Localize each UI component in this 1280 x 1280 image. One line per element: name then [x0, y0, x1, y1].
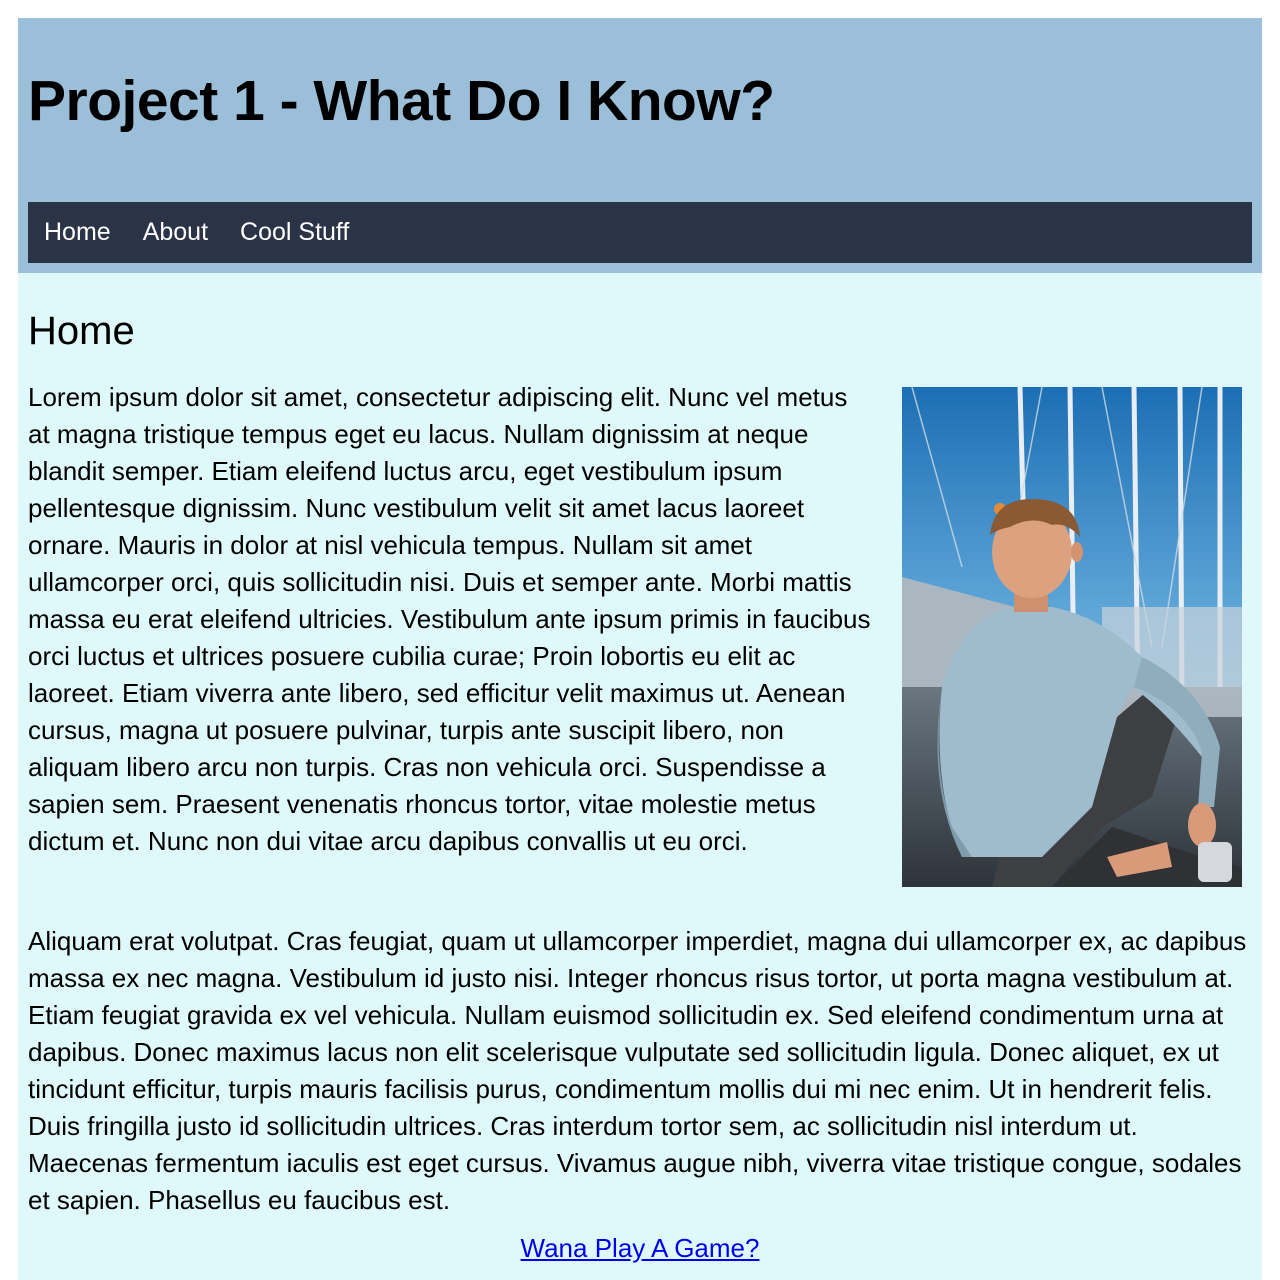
play-game-link[interactable]: Wana Play A Game?: [521, 1233, 760, 1263]
nav-bar: Home About Cool Stuff: [28, 202, 1252, 263]
site-title: Project 1 - What Do I Know?: [28, 69, 775, 133]
main-content: Home Lorem ipsum dolor sit amet, consect…: [18, 273, 1262, 1280]
site-header: Project 1 - What Do I Know? Home About C…: [18, 18, 1262, 273]
body-paragraph-2: Aliquam erat volutpat. Cras feugiat, qua…: [28, 926, 1247, 1215]
game-link-container: Wana Play A Game?: [28, 1233, 1252, 1264]
page-heading: Home: [28, 309, 135, 353]
profile-photo: [902, 387, 1242, 887]
page: Project 1 - What Do I Know? Home About C…: [18, 18, 1262, 1280]
nav-item-cool-stuff[interactable]: Cool Stuff: [240, 218, 349, 247]
nav-item-about[interactable]: About: [143, 218, 208, 247]
nav-item-home[interactable]: Home: [44, 218, 111, 247]
